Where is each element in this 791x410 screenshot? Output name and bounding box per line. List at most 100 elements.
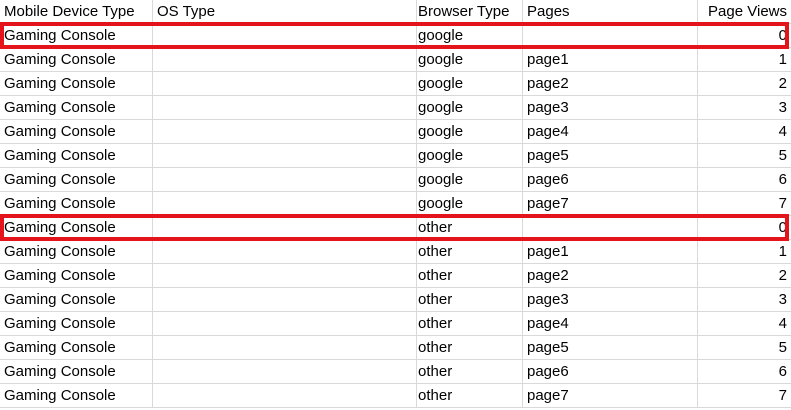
table-row: Gaming Console other page3 3 (0, 288, 791, 312)
cell-page-views[interactable]: 5 (697, 144, 791, 168)
cell-os-type[interactable] (153, 168, 417, 192)
cell-mobile-device-type[interactable]: Gaming Console (0, 48, 153, 72)
cell-mobile-device-type[interactable]: Gaming Console (0, 72, 153, 96)
cell-mobile-device-type[interactable]: Gaming Console (0, 360, 153, 384)
cell-browser-type[interactable]: other (414, 384, 523, 408)
cell-pages[interactable] (523, 24, 698, 48)
cell-pages[interactable]: page7 (523, 384, 698, 408)
cell-mobile-device-type[interactable]: Gaming Console (0, 24, 153, 48)
header-os-type[interactable]: OS Type (153, 0, 417, 24)
cell-browser-type[interactable]: other (414, 360, 523, 384)
cell-pages[interactable] (523, 216, 698, 240)
cell-page-views[interactable]: 7 (697, 384, 791, 408)
cell-os-type[interactable] (153, 384, 417, 408)
table-row: Gaming Console other page6 6 (0, 360, 791, 384)
cell-pages[interactable]: page3 (523, 96, 698, 120)
cell-mobile-device-type[interactable]: Gaming Console (0, 384, 153, 408)
cell-os-type[interactable] (153, 96, 417, 120)
table-row: Gaming Console google 0 (0, 24, 791, 48)
cell-pages[interactable]: page6 (523, 360, 698, 384)
cell-os-type[interactable] (153, 72, 417, 96)
cell-os-type[interactable] (153, 312, 417, 336)
cell-pages[interactable]: page6 (523, 168, 698, 192)
cell-page-views[interactable]: 1 (697, 240, 791, 264)
table-row: Gaming Console google page2 2 (0, 72, 791, 96)
cell-pages[interactable]: page1 (523, 240, 698, 264)
cell-page-views[interactable]: 4 (697, 312, 791, 336)
cell-os-type[interactable] (153, 264, 417, 288)
header-pages[interactable]: Pages (523, 0, 698, 24)
cell-os-type[interactable] (153, 192, 417, 216)
cell-browser-type[interactable]: other (414, 288, 523, 312)
table-row: Gaming Console other 0 (0, 216, 791, 240)
table-row: Gaming Console other page5 5 (0, 336, 791, 360)
cell-browser-type[interactable]: google (414, 144, 523, 168)
cell-os-type[interactable] (153, 24, 417, 48)
table-row: Gaming Console google page6 6 (0, 168, 791, 192)
cell-mobile-device-type[interactable]: Gaming Console (0, 216, 153, 240)
table-row: Gaming Console other page4 4 (0, 312, 791, 336)
cell-page-views[interactable]: 2 (697, 264, 791, 288)
table-row: Gaming Console google page7 7 (0, 192, 791, 216)
cell-page-views[interactable]: 2 (697, 72, 791, 96)
cell-pages[interactable]: page5 (523, 144, 698, 168)
cell-page-views[interactable]: 3 (697, 96, 791, 120)
cell-mobile-device-type[interactable]: Gaming Console (0, 336, 153, 360)
cell-os-type[interactable] (153, 120, 417, 144)
cell-mobile-device-type[interactable]: Gaming Console (0, 264, 153, 288)
cell-browser-type[interactable]: other (414, 264, 523, 288)
header-mobile-device-type[interactable]: Mobile Device Type (0, 0, 153, 24)
cell-os-type[interactable] (153, 240, 417, 264)
cell-mobile-device-type[interactable]: Gaming Console (0, 288, 153, 312)
cell-page-views[interactable]: 0 (697, 216, 791, 240)
cell-browser-type[interactable]: google (414, 24, 523, 48)
cell-mobile-device-type[interactable]: Gaming Console (0, 168, 153, 192)
cell-mobile-device-type[interactable]: Gaming Console (0, 144, 153, 168)
cell-page-views[interactable]: 1 (697, 48, 791, 72)
cell-browser-type[interactable]: other (414, 240, 523, 264)
cell-browser-type[interactable]: other (414, 312, 523, 336)
cell-browser-type[interactable]: google (414, 48, 523, 72)
cell-pages[interactable]: page4 (523, 120, 698, 144)
cell-mobile-device-type[interactable]: Gaming Console (0, 192, 153, 216)
table-row: Gaming Console google page4 4 (0, 120, 791, 144)
cell-browser-type[interactable]: other (414, 336, 523, 360)
cell-os-type[interactable] (153, 288, 417, 312)
header-browser-type[interactable]: Browser Type (414, 0, 523, 24)
cell-os-type[interactable] (153, 360, 417, 384)
cell-browser-type[interactable]: other (414, 216, 523, 240)
cell-mobile-device-type[interactable]: Gaming Console (0, 312, 153, 336)
cell-page-views[interactable]: 6 (697, 360, 791, 384)
cell-pages[interactable]: page5 (523, 336, 698, 360)
cell-browser-type[interactable]: google (414, 120, 523, 144)
table-row: Gaming Console other page7 7 (0, 384, 791, 408)
cell-os-type[interactable] (153, 336, 417, 360)
cell-pages[interactable]: page1 (523, 48, 698, 72)
cell-browser-type[interactable]: google (414, 72, 523, 96)
table-row: Gaming Console other page2 2 (0, 264, 791, 288)
cell-page-views[interactable]: 7 (697, 192, 791, 216)
header-page-views[interactable]: Page Views (697, 0, 791, 24)
cell-pages[interactable]: page4 (523, 312, 698, 336)
cell-browser-type[interactable]: google (414, 96, 523, 120)
cell-page-views[interactable]: 6 (697, 168, 791, 192)
cell-pages[interactable]: page2 (523, 264, 698, 288)
cell-page-views[interactable]: 5 (697, 336, 791, 360)
cell-os-type[interactable] (153, 144, 417, 168)
header-row: Mobile Device Type OS Type Browser Type … (0, 0, 791, 24)
cell-os-type[interactable] (153, 48, 417, 72)
cell-mobile-device-type[interactable]: Gaming Console (0, 96, 153, 120)
cell-page-views[interactable]: 4 (697, 120, 791, 144)
cell-page-views[interactable]: 3 (697, 288, 791, 312)
table-row: Gaming Console google page3 3 (0, 96, 791, 120)
cell-page-views[interactable]: 0 (697, 24, 791, 48)
cell-pages[interactable]: page7 (523, 192, 698, 216)
cell-pages[interactable]: page3 (523, 288, 698, 312)
cell-mobile-device-type[interactable]: Gaming Console (0, 120, 153, 144)
table-row: Gaming Console google page5 5 (0, 144, 791, 168)
cell-browser-type[interactable]: google (414, 168, 523, 192)
cell-os-type[interactable] (153, 216, 417, 240)
cell-browser-type[interactable]: google (414, 192, 523, 216)
cell-mobile-device-type[interactable]: Gaming Console (0, 240, 153, 264)
cell-pages[interactable]: page2 (523, 72, 698, 96)
